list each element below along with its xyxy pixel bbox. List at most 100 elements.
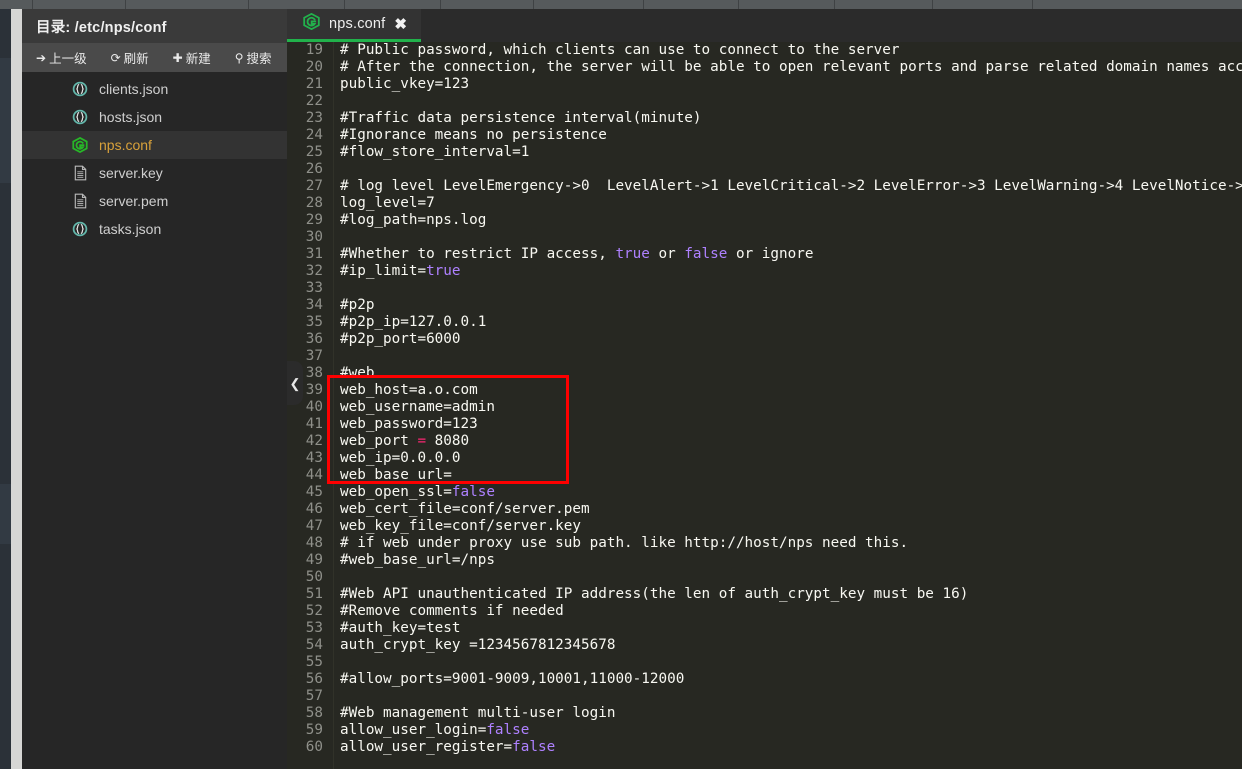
line-text[interactable] bbox=[333, 688, 1242, 705]
line-text[interactable]: web_open_ssl=false bbox=[333, 484, 1242, 501]
file-list-item[interactable]: nps.conf bbox=[22, 131, 287, 159]
code-line: 22 bbox=[287, 93, 1242, 110]
host-tab-segment[interactable] bbox=[0, 0, 33, 9]
code-content-area[interactable]: 19 # Public password, which clients can u… bbox=[287, 42, 1242, 769]
parent-dir-button[interactable]: ➔ 上一级 bbox=[30, 46, 93, 69]
line-text[interactable]: #Ignorance means no persistence bbox=[333, 127, 1242, 144]
host-tab-segment[interactable] bbox=[835, 0, 933, 9]
boolean-token: false bbox=[451, 484, 495, 500]
line-text[interactable]: allow_user_login=false bbox=[333, 722, 1242, 739]
file-name-label: nps.conf bbox=[99, 137, 152, 153]
code-line: 47 web_key_file=conf/server.key bbox=[287, 518, 1242, 535]
code-line: 45 web_open_ssl=false bbox=[287, 484, 1242, 501]
new-file-button[interactable]: ✚ 新建 bbox=[167, 46, 217, 69]
line-text[interactable]: #p2p_port=6000 bbox=[333, 331, 1242, 348]
line-text[interactable]: auth_crypt_key =1234567812345678 bbox=[333, 637, 1242, 654]
line-number: 47 bbox=[305, 518, 323, 534]
line-text[interactable] bbox=[333, 93, 1242, 110]
code-line: 35 #p2p_ip=127.0.0.1 bbox=[287, 314, 1242, 331]
host-tab-segment[interactable] bbox=[441, 0, 534, 9]
line-number: 53 bbox=[305, 620, 323, 636]
host-tab-segment[interactable] bbox=[1033, 0, 1242, 9]
line-text[interactable]: #Web API unauthenticated IP address(the … bbox=[333, 586, 1242, 603]
line-text[interactable] bbox=[333, 280, 1242, 297]
code-line: 33 bbox=[287, 280, 1242, 297]
line-number: 48 bbox=[305, 535, 323, 551]
line-number: 59 bbox=[305, 722, 323, 738]
code-line: 29 #log_path=nps.log bbox=[287, 212, 1242, 229]
line-text[interactable] bbox=[333, 348, 1242, 365]
line-text[interactable]: #log_path=nps.log bbox=[333, 212, 1242, 229]
host-tab-segment[interactable] bbox=[644, 0, 739, 9]
host-tab-segment[interactable] bbox=[933, 0, 1033, 9]
host-tab-segment[interactable] bbox=[33, 0, 126, 9]
line-text[interactable]: # After the connection, the server will … bbox=[333, 59, 1242, 76]
refresh-button[interactable]: ⟳ 刷新 bbox=[105, 46, 155, 69]
tab-title: nps.conf bbox=[329, 16, 386, 32]
file-name-label: server.key bbox=[99, 165, 163, 181]
page-vertical-scrollbar[interactable] bbox=[11, 9, 22, 769]
code-line: 42 web_port = 8080 bbox=[287, 433, 1242, 450]
code-line: 31 #Whether to restrict IP access, true o… bbox=[287, 246, 1242, 263]
line-number: 19 bbox=[305, 42, 323, 58]
line-number: 32 bbox=[305, 263, 323, 279]
line-text[interactable] bbox=[333, 654, 1242, 671]
file-list-item[interactable]: server.key bbox=[22, 159, 287, 187]
file-list-item[interactable]: clients.json bbox=[22, 75, 287, 103]
host-tab-segment[interactable] bbox=[534, 0, 644, 9]
host-tab-segment[interactable] bbox=[249, 0, 345, 9]
tab-nps-conf[interactable]: nps.conf ✖ bbox=[287, 9, 421, 42]
line-number: 34 bbox=[305, 297, 323, 313]
line-text[interactable]: web_ip=0.0.0.0 bbox=[333, 450, 1242, 467]
line-text[interactable]: allow_user_register=false bbox=[333, 739, 1242, 756]
line-text[interactable]: web_port = 8080 bbox=[333, 433, 1242, 450]
line-number: 52 bbox=[305, 603, 323, 619]
line-text[interactable]: web_key_file=conf/server.key bbox=[333, 518, 1242, 535]
search-button[interactable]: ⚲ 搜索 bbox=[229, 46, 278, 69]
code-line: 46 web_cert_file=conf/server.pem bbox=[287, 501, 1242, 518]
line-text[interactable]: #Traffic data persistence interval(minut… bbox=[333, 110, 1242, 127]
line-number: 31 bbox=[305, 246, 323, 262]
file-name-label: hosts.json bbox=[99, 109, 163, 125]
line-text[interactable]: web_username=admin bbox=[333, 399, 1242, 416]
line-number: 30 bbox=[305, 229, 323, 245]
file-list-item[interactable]: hosts.json bbox=[22, 103, 287, 131]
host-tab-segment[interactable] bbox=[345, 0, 441, 9]
line-text[interactable]: # if web under proxy use sub path. like … bbox=[333, 535, 1242, 552]
line-text[interactable]: log_level=7 bbox=[333, 195, 1242, 212]
line-text[interactable] bbox=[333, 161, 1242, 178]
line-text[interactable]: #Remove comments if needed bbox=[333, 603, 1242, 620]
line-text[interactable]: #allow_ports=9001-9009,10001,11000-12000 bbox=[333, 671, 1242, 688]
line-text[interactable]: #flow_store_interval=1 bbox=[333, 144, 1242, 161]
code-line: 54 auth_crypt_key =1234567812345678 bbox=[287, 637, 1242, 654]
line-text[interactable]: web_base_url= bbox=[333, 467, 1242, 484]
line-text[interactable]: public_vkey=123 bbox=[333, 76, 1242, 93]
panel-collapse-handle[interactable]: ❮ bbox=[287, 361, 303, 405]
code-line: 51 #Web API unauthenticated IP address(th… bbox=[287, 586, 1242, 603]
file-list-item[interactable]: server.pem bbox=[22, 187, 287, 215]
boolean-token: true bbox=[615, 246, 650, 262]
line-text[interactable]: web_password=123 bbox=[333, 416, 1242, 433]
line-text[interactable]: #auth_key=test bbox=[333, 620, 1242, 637]
line-text[interactable] bbox=[333, 569, 1242, 586]
line-text[interactable] bbox=[333, 229, 1242, 246]
file-list-item[interactable]: tasks.json bbox=[22, 215, 287, 243]
code-line: 59 allow_user_login=false bbox=[287, 722, 1242, 739]
line-text[interactable]: #Web management multi-user login bbox=[333, 705, 1242, 722]
host-tab-segment[interactable] bbox=[126, 0, 249, 9]
host-tab-segment[interactable] bbox=[739, 0, 835, 9]
line-text[interactable]: #p2p_ip=127.0.0.1 bbox=[333, 314, 1242, 331]
line-text[interactable]: #web bbox=[333, 365, 1242, 382]
line-text[interactable]: #p2p bbox=[333, 297, 1242, 314]
line-text[interactable]: #web_base_url=/nps bbox=[333, 552, 1242, 569]
line-text[interactable]: web_host=a.o.com bbox=[333, 382, 1242, 399]
close-icon[interactable]: ✖ bbox=[394, 17, 407, 32]
line-text[interactable]: #ip_limit=true bbox=[333, 263, 1242, 280]
line-text[interactable]: # log level LevelEmergency->0 LevelAlert… bbox=[333, 178, 1242, 195]
line-text[interactable]: # Public password, which clients can use… bbox=[333, 42, 1242, 59]
line-text[interactable]: web_cert_file=conf/server.pem bbox=[333, 501, 1242, 518]
line-text[interactable]: #Whether to restrict IP access, true or … bbox=[333, 246, 1242, 263]
conf-file-icon bbox=[70, 135, 90, 155]
gutter-divider bbox=[333, 42, 334, 769]
host-browser-tabstrip[interactable] bbox=[0, 0, 1242, 9]
